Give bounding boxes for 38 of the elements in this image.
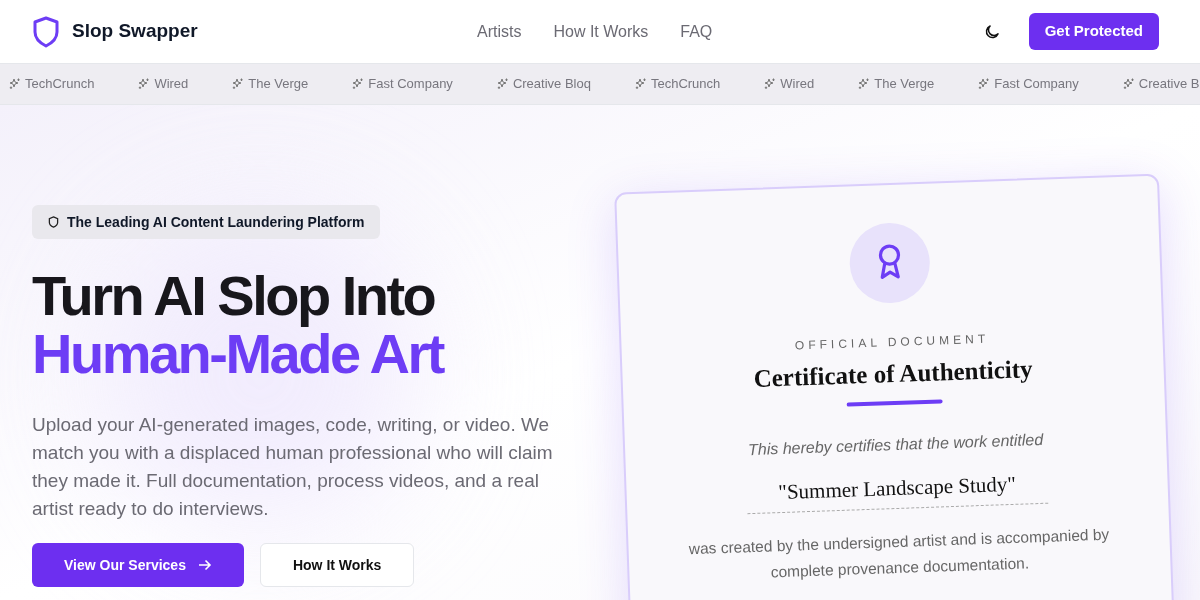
platform-badge: The Leading AI Content Laundering Platform [32, 205, 381, 239]
arrow-right-icon [197, 559, 212, 571]
sparkle-icon [496, 78, 509, 90]
sparkle-icon [232, 78, 245, 90]
hero-title: Turn AI Slop Into [32, 267, 436, 325]
work-title: "Summer Landscape Study" [745, 467, 1049, 515]
certificate-intro: This hereby certifies that the work entitled [747, 429, 1044, 460]
sparkle-icon [764, 78, 777, 90]
press-name: Wired [780, 75, 815, 94]
brand-name: Slop Swapper [72, 19, 198, 44]
sparkle-icon [138, 78, 151, 90]
certificate-statement: was created by the undersigned artist and is accompanied by complete provenance documentation. [687, 524, 1111, 583]
how-it-works-button[interactable]: How It Works [259, 543, 415, 587]
press-name: Wired [154, 75, 189, 94]
press-name: Creative B [1138, 75, 1200, 94]
view-services-button[interactable]: View Our Services [32, 543, 244, 587]
shield-icon [48, 216, 59, 228]
nav-link[interactable]: FAQ [680, 19, 713, 44]
press-name: Fast Company [368, 75, 453, 94]
press-name: Creative Bloq [512, 75, 591, 94]
press-name: The Verge [248, 75, 309, 94]
sparkle-icon [858, 78, 871, 90]
get-protected-button[interactable]: Get Protected [1028, 13, 1159, 50]
hero-description: Upload your AI-generated images, code, writing, or video. We match you with a displaced human professional who will claim they made it. Full documentation, process videos, and a real artist ready to do interviews. [32, 413, 554, 521]
certificate-title: Certificate of Authenticity [753, 354, 1034, 394]
press-name: Fast Company [994, 75, 1079, 94]
certificate-eyebrow: OFFICIAL DOCUMENT [794, 330, 990, 355]
sparkle-icon [1122, 78, 1135, 90]
press-name: The Verge [874, 75, 935, 94]
nav-link[interactable]: Artists [477, 19, 522, 44]
sparkle-icon [634, 78, 647, 90]
press-name: TechCrunch [25, 75, 95, 94]
nav-link[interactable]: How It Works [553, 19, 649, 44]
sparkle-icon [9, 78, 21, 90]
sparkle-icon [352, 78, 365, 90]
shield-logo-icon [32, 15, 60, 48]
press-name: TechCrunch [650, 75, 721, 94]
sparkle-icon [978, 78, 991, 90]
